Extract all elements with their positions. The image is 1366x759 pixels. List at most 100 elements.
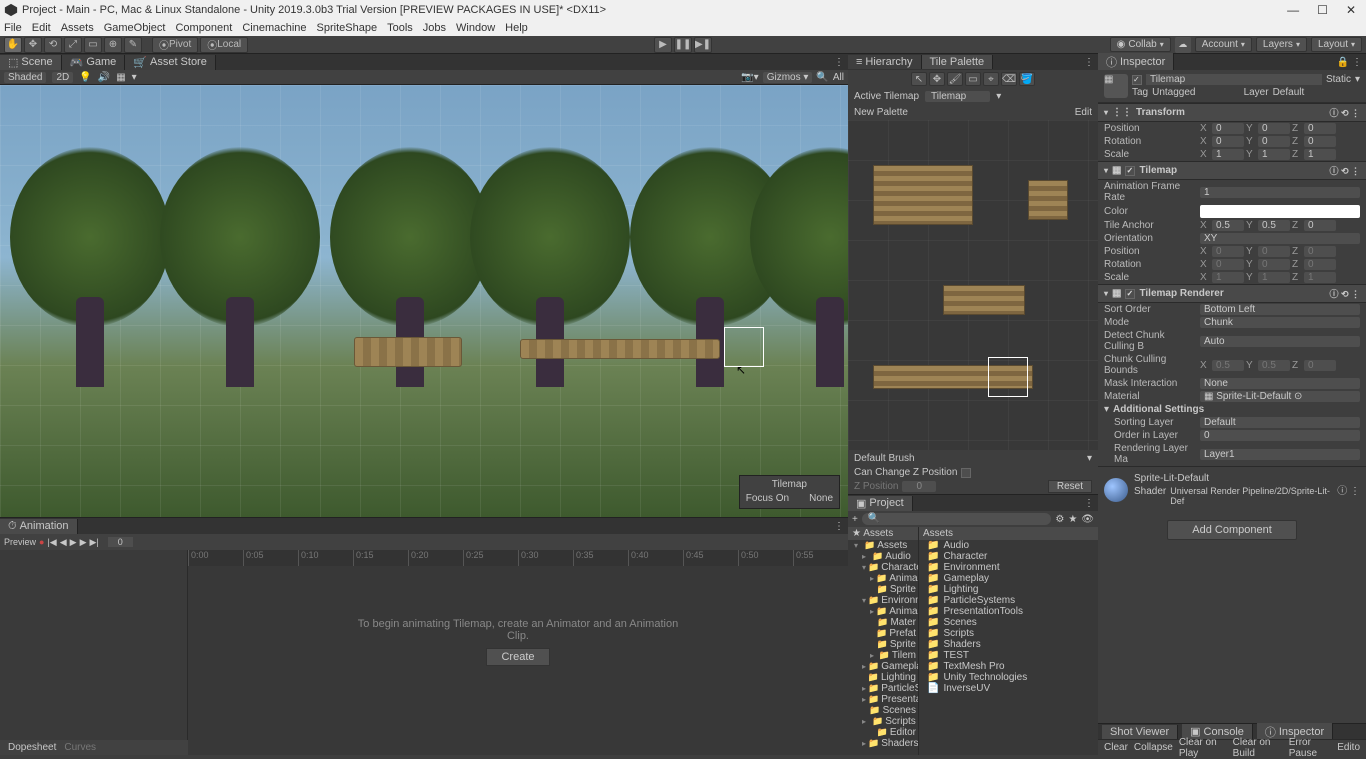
preview-button[interactable]: Preview [4, 537, 36, 547]
play-button[interactable]: ▶ [654, 37, 672, 53]
panel-options-icon[interactable]: ⋮ [830, 57, 848, 68]
rendering-layer-dropdown[interactable]: Layer1 [1200, 449, 1360, 460]
layers-dropdown[interactable]: Layers [1256, 37, 1307, 52]
tab-animation[interactable]: ⏱ Animation [0, 519, 78, 534]
create-animation-button[interactable]: Create [486, 648, 549, 666]
tree-item[interactable]: 📁Lighting [848, 672, 918, 683]
filter-icon[interactable]: ⚙ [1055, 514, 1064, 525]
custom-tool-icon[interactable]: ✎ [124, 37, 142, 53]
tag-dropdown[interactable]: Untagged [1152, 87, 1239, 98]
camera-icon[interactable]: 📷▾ [741, 72, 758, 83]
tilemap-component[interactable]: ▾▦ Tilemapⓘ ⟲ ⋮ [1098, 161, 1366, 180]
maximize-button[interactable]: ☐ [1317, 3, 1328, 17]
menu-assets[interactable]: Assets [61, 22, 94, 34]
step-button[interactable]: ▶❚ [694, 37, 712, 53]
local-toggle[interactable]: ⦿Local [200, 37, 248, 53]
list-item[interactable]: 📁Scripts [919, 628, 1098, 639]
add-component-button[interactable]: Add Component [1167, 520, 1297, 540]
project-search[interactable]: 🔍 [862, 513, 1052, 525]
tab-game[interactable]: 🎮 Game [62, 55, 126, 70]
mode-dropdown[interactable]: Chunk [1200, 317, 1360, 328]
list-item[interactable]: 📁Audio [919, 540, 1098, 551]
record-icon[interactable]: ● [39, 537, 44, 547]
menu-jobs[interactable]: Jobs [423, 22, 446, 34]
eraser-tool-icon[interactable]: ⌫ [1001, 72, 1017, 86]
last-frame-icon[interactable]: ▶| [89, 537, 98, 548]
panel-options-icon[interactable]: ⋮ [1080, 498, 1098, 509]
static-dropdown[interactable]: ▾ [1355, 74, 1360, 85]
object-name-field[interactable]: Tilemap [1146, 74, 1322, 85]
edit-button[interactable]: Edit [1075, 107, 1092, 118]
gameobject-icon[interactable]: ▦ [1104, 74, 1128, 98]
reset-button[interactable]: Reset [1048, 480, 1092, 493]
clear-button[interactable]: Clear [1104, 742, 1128, 753]
mask-dropdown[interactable]: None [1200, 378, 1360, 389]
tree-item[interactable]: ▸📁Scripts [848, 716, 918, 727]
active-tilemap-dropdown[interactable]: Tilemap [925, 91, 990, 102]
dopesheet-tab[interactable]: Dopesheet [8, 742, 56, 753]
curves-tab[interactable]: Curves [64, 742, 96, 753]
picker-tool-icon[interactable]: ⌖ [983, 72, 999, 86]
editor-button[interactable]: Edito [1337, 742, 1360, 753]
focus-dropdown[interactable]: None [809, 493, 833, 504]
menu-gameobject[interactable]: GameObject [104, 22, 166, 34]
layer-dropdown[interactable]: Default [1273, 87, 1360, 98]
next-frame-icon[interactable]: ▶ [80, 537, 87, 548]
tree-item[interactable]: 📁Prefat [848, 628, 918, 639]
list-item[interactable]: 📁Unity Technologies [919, 672, 1098, 683]
select-tool-icon[interactable]: ↖ [911, 72, 927, 86]
list-item[interactable]: 📁Lighting [919, 584, 1098, 595]
panel-options-icon[interactable]: ⋮ [1080, 57, 1098, 68]
list-item[interactable]: 📁Gameplay [919, 573, 1098, 584]
tree-item[interactable]: ▸📁Anima [848, 573, 918, 584]
tree-item[interactable]: ▸📁Gamepla [848, 661, 918, 672]
z-checkbox[interactable] [961, 468, 971, 478]
tree-item[interactable]: ▸📁Presenta [848, 694, 918, 705]
cloud-icon[interactable]: ☁ [1175, 37, 1191, 53]
project-tree[interactable]: ★ Assets ▾📁Assets▸📁Audio▾📁Characte▸📁Anim… [848, 527, 918, 755]
transform-tool-icon[interactable]: ⊕ [104, 37, 122, 53]
list-item[interactable]: 📁TextMesh Pro [919, 661, 1098, 672]
brush-dropdown[interactable]: Default Brush [854, 453, 915, 464]
tree-item[interactable]: 📁Editor [848, 727, 918, 738]
fx-icon[interactable]: ▦ [116, 72, 125, 83]
favorites-icon[interactable]: ★ [1068, 514, 1077, 525]
rect-tool-icon[interactable]: ▭ [84, 37, 102, 53]
frame-field[interactable]: 0 [108, 537, 133, 547]
play-icon[interactable]: ▶ [70, 537, 77, 548]
material-preview[interactable]: Sprite-Lit-Default ShaderUniversal Rende… [1098, 466, 1366, 512]
zpos-field[interactable]: 0 [902, 481, 936, 492]
tab-asset-store[interactable]: 🛒 Asset Store [125, 55, 216, 70]
tree-item[interactable]: ▾📁Assets [848, 540, 918, 551]
list-item[interactable]: 📁Character [919, 551, 1098, 562]
tree-item[interactable]: ▸📁ParticleS [848, 683, 918, 694]
move-tool-icon[interactable]: ✥ [929, 72, 945, 86]
list-item[interactable]: 📁Shaders [919, 639, 1098, 650]
list-item[interactable]: 📁TEST [919, 650, 1098, 661]
prev-frame-icon[interactable]: ◀ [60, 537, 67, 548]
menu-cinemachine[interactable]: Cinemachine [242, 22, 306, 34]
clear-on-play-button[interactable]: Clear on Play [1179, 737, 1227, 759]
material-field[interactable]: ▦ Sprite-Lit-Default ⊙ [1200, 391, 1360, 402]
tree-item[interactable]: ▾📁Environm [848, 595, 918, 606]
tree-item[interactable]: ▸📁Shaders [848, 738, 918, 749]
orientation-dropdown[interactable]: XY [1200, 233, 1360, 244]
menu-file[interactable]: File [4, 22, 22, 34]
sort-order-dropdown[interactable]: Bottom Left [1200, 304, 1360, 315]
menu-window[interactable]: Window [456, 22, 495, 34]
tree-item[interactable]: ▸📁Audio [848, 551, 918, 562]
tree-item[interactable]: 📁Mater [848, 617, 918, 628]
pivot-toggle[interactable]: ⦿Pivot [152, 37, 198, 53]
menu-help[interactable]: Help [505, 22, 528, 34]
list-item[interactable]: 📁Environment [919, 562, 1098, 573]
menu-spriteshape[interactable]: SpriteShape [317, 22, 378, 34]
2d-toggle[interactable]: 2D [52, 72, 73, 83]
gizmos-dropdown[interactable]: Gizmos ▾ [763, 72, 813, 83]
tree-item[interactable]: ▸📁Tilem [848, 650, 918, 661]
tab-project[interactable]: ▣ Project [848, 496, 913, 511]
clear-on-build-button[interactable]: Clear on Build [1233, 737, 1283, 759]
audio-icon[interactable]: 🔊 [98, 72, 110, 83]
hidden-icon[interactable]: 👁 [1081, 514, 1094, 525]
project-list[interactable]: Assets 📁Audio📁Character📁Environment📁Game… [918, 527, 1098, 755]
search-icon[interactable]: 🔍 [816, 72, 828, 83]
